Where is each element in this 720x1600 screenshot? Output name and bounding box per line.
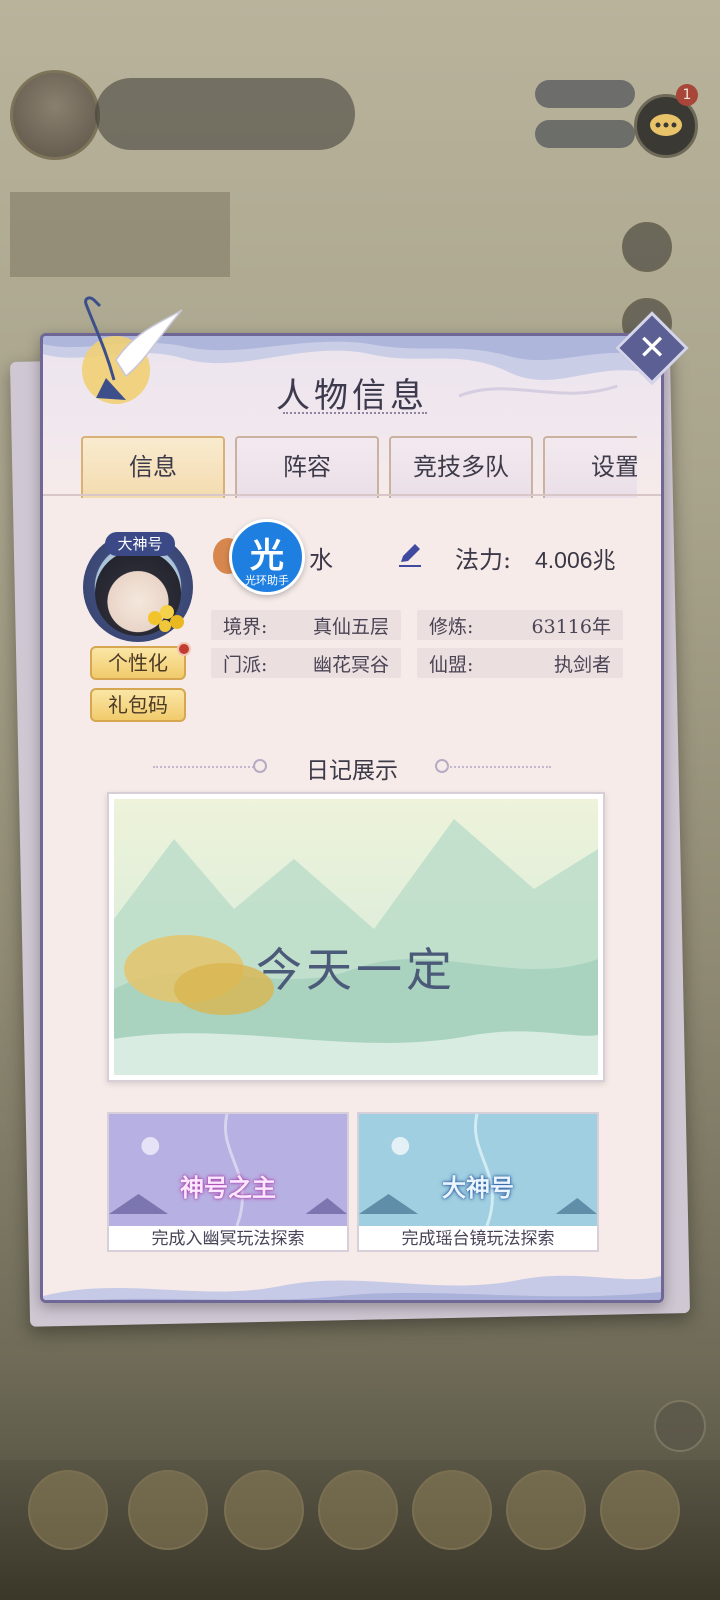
tab-info[interactable]: 信息: [81, 436, 225, 498]
background-bottom-item: [28, 1470, 108, 1550]
background-bottom-item: [318, 1470, 398, 1550]
stat-value: 真仙五层: [312, 616, 389, 638]
power-value: 4.006兆: [535, 547, 616, 573]
character-info-panel: 人物信息 信息 阵容 竞技多队 设置 大神号 个性化 礼包码 光 光环助手 水 …: [40, 333, 664, 1303]
achievement-card[interactable]: 神号之主 完成入幽冥玩法探索: [107, 1112, 349, 1252]
achievement-title: 神号之主: [180, 1173, 276, 1202]
chat-badge: 1: [676, 84, 698, 106]
background-side-button: [622, 222, 672, 272]
avatar-tag: 大神号: [105, 532, 175, 556]
gift-code-button[interactable]: 礼包码: [90, 688, 186, 722]
background-banner: [10, 192, 230, 277]
watermark-text: 光环助手: [245, 574, 289, 587]
player-name: 水: [309, 546, 333, 574]
tab-bar: 信息 阵容 竞技多队 设置: [81, 436, 637, 498]
stat-key: 修炼:: [429, 616, 474, 638]
background-bottom-item: [224, 1470, 304, 1550]
stat-alliance: 仙盟: 执剑者: [417, 648, 623, 678]
power-label: 法力:: [455, 546, 512, 574]
stat-realm: 境界: 真仙五层: [211, 610, 401, 640]
personalize-button[interactable]: 个性化: [90, 646, 186, 680]
stat-value: 幽花冥谷: [312, 654, 389, 676]
tab-arena-teams[interactable]: 竞技多队: [389, 436, 533, 498]
background-bottom-item: [600, 1470, 680, 1550]
crane-icon: [82, 296, 183, 404]
tab-settings[interactable]: 设置: [543, 436, 637, 498]
diary-card[interactable]: 今天一定: [107, 792, 605, 1082]
stat-value: 63116年: [531, 616, 611, 638]
watermark-logo: 光 光环助手: [229, 519, 305, 595]
background-bottom-item: [412, 1470, 492, 1550]
stat-key: 境界:: [223, 616, 268, 638]
stat-cultivation: 修炼: 63116年: [417, 610, 623, 640]
footer-wave-decoration: [43, 1275, 661, 1300]
stat-key: 仙盟:: [429, 654, 474, 676]
background-resource-bar: [535, 120, 635, 148]
achievement-card[interactable]: 大神号 完成瑶台镜玩法探索: [357, 1112, 599, 1252]
stat-value: 执剑者: [553, 654, 611, 676]
achievement-title: 大神号: [442, 1173, 514, 1202]
close-icon: ✕: [637, 328, 667, 368]
title-underline: [283, 412, 427, 416]
edit-icon[interactable]: [397, 542, 423, 568]
divider-decoration: [447, 766, 551, 768]
watermark-char: 光: [250, 536, 284, 576]
notification-dot: [177, 642, 191, 656]
stat-sect: 门派: 幽花冥谷: [211, 648, 401, 678]
stat-key: 门派:: [223, 654, 268, 676]
avatar-flower-decoration: [148, 605, 184, 632]
diary-section-title: 日记展示: [306, 758, 398, 784]
background-resource-bar: [535, 80, 635, 108]
tab-lineup[interactable]: 阵容: [235, 436, 379, 498]
diary-text: 今天一定: [256, 943, 456, 997]
tab-divider: [43, 494, 661, 496]
background-bottom-item: [128, 1470, 208, 1550]
background-bottom-item: [506, 1470, 586, 1550]
background-fab: [654, 1400, 706, 1452]
background-player-avatar: [10, 70, 100, 160]
background-player-bar: [95, 78, 355, 150]
